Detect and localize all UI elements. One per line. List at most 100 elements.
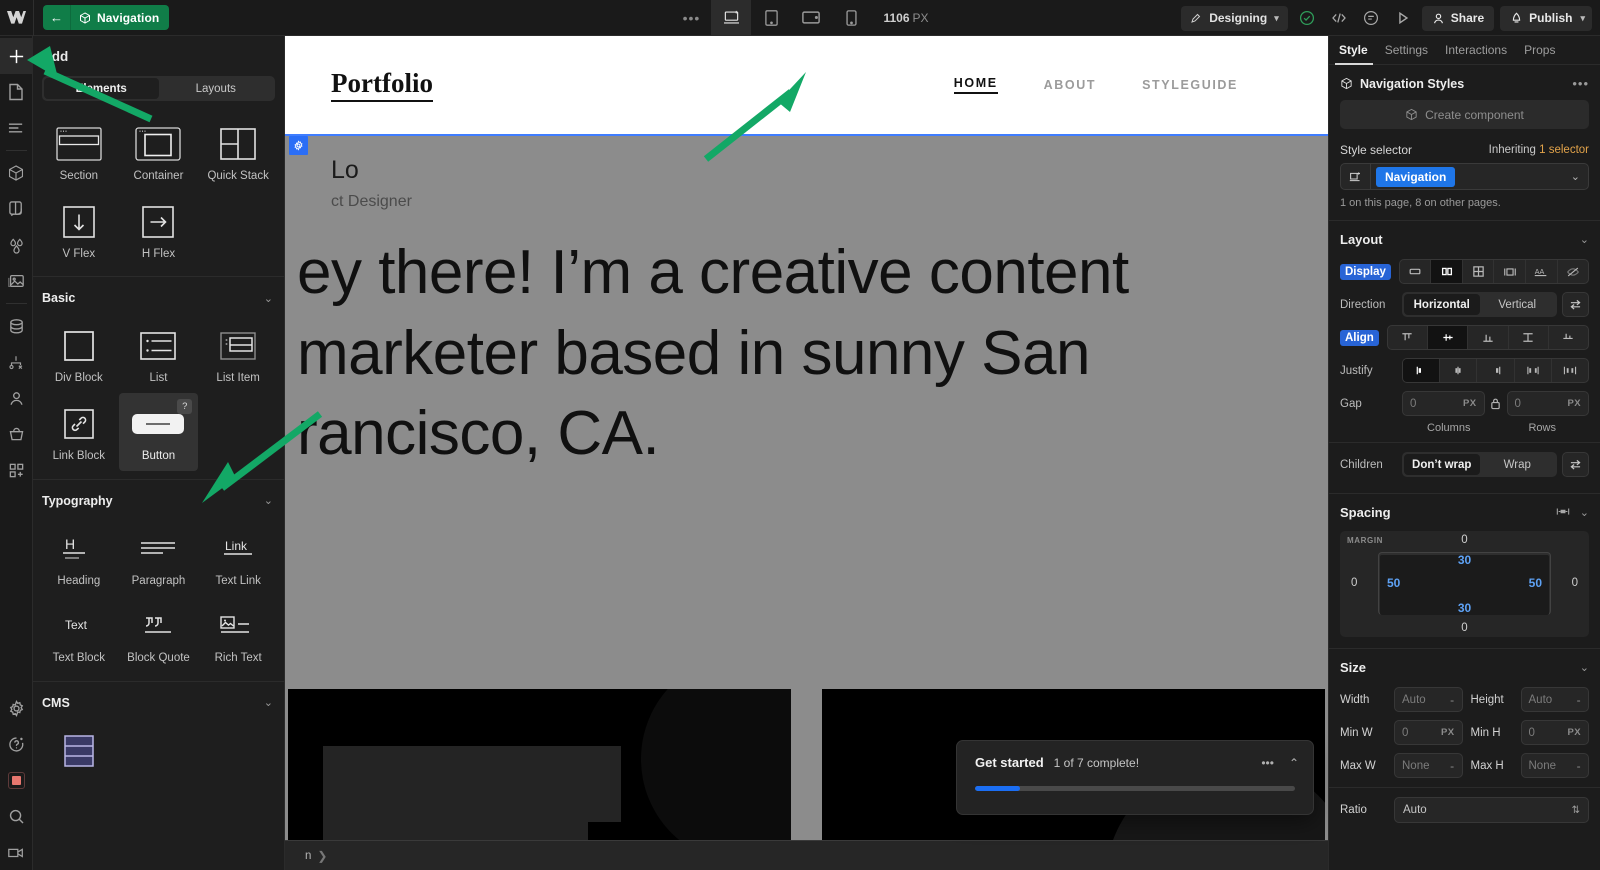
display-option-block[interactable] (1400, 260, 1432, 283)
element-tile-collection-list[interactable] (39, 720, 119, 785)
rail-item-video[interactable] (0, 834, 33, 870)
site-navigation[interactable]: Portfolio HOME ABOUT STYLEGUIDE (285, 36, 1328, 136)
section-header-basic[interactable]: Basic ⌄ (33, 276, 284, 315)
section-header-typography[interactable]: Typography ⌄ (33, 478, 284, 518)
ratio-select[interactable]: Auto ⇅ (1394, 797, 1589, 823)
rail-item-users[interactable] (0, 380, 33, 416)
margin-left-value[interactable]: 0 (1351, 577, 1357, 589)
align-option-center[interactable] (1428, 326, 1469, 349)
padding-right-value[interactable]: 50 (1529, 576, 1542, 590)
arrow-left-icon[interactable]: ← (43, 5, 71, 30)
align-option-start[interactable] (1388, 326, 1428, 349)
min-height-input[interactable]: 0 PX (1520, 720, 1589, 745)
max-width-input[interactable]: None - (1394, 753, 1463, 778)
margin-top-value[interactable]: 0 (1340, 534, 1589, 546)
rail-item-logic[interactable] (0, 344, 33, 380)
padding-bottom-value[interactable]: 30 (1340, 601, 1589, 615)
width-input[interactable]: Auto - (1394, 687, 1463, 712)
element-tile-link-block[interactable]: Link Block (39, 393, 119, 471)
rail-item-ecommerce[interactable] (0, 416, 33, 452)
max-height-input[interactable]: None - (1520, 753, 1589, 778)
chevron-down-icon[interactable]: ⌄ (1580, 506, 1589, 519)
height-input[interactable]: Auto - (1520, 687, 1589, 712)
mode-selector[interactable]: Designing ▾ (1181, 5, 1288, 31)
rail-item-audit[interactable] (0, 762, 33, 798)
align-option-baseline[interactable] (1549, 326, 1588, 349)
element-tile-list-item[interactable]: List Item (198, 315, 278, 393)
element-tile-list[interactable]: List (119, 315, 199, 393)
breakpoint-mobile-portrait[interactable] (831, 0, 871, 36)
tab-style[interactable]: Style (1335, 36, 1377, 65)
site-nav-link-styleguide[interactable]: STYLEGUIDE (1142, 78, 1238, 92)
spacing-reset-icon[interactable] (1556, 506, 1570, 520)
element-tile-quick-stack[interactable]: Quick Stack (198, 113, 278, 191)
breakpoint-desktop[interactable] (711, 0, 752, 36)
rail-item-apps[interactable] (0, 452, 33, 488)
publish-button[interactable]: Publish ▾ (1500, 5, 1592, 31)
rail-item-settings[interactable] (0, 690, 33, 726)
element-tile-text-link[interactable]: Link Text Link (198, 518, 278, 596)
selected-element-pill[interactable]: ← Navigation (43, 5, 170, 30)
spacing-section-header[interactable]: Spacing ⌄ (1329, 494, 1600, 529)
rail-item-assets[interactable] (0, 263, 33, 299)
chevron-down-icon[interactable]: ⌄ (264, 696, 273, 709)
preview-play-icon[interactable] (1390, 5, 1416, 31)
comment-icon[interactable] (1358, 5, 1384, 31)
ellipsis-icon[interactable]: ••• (671, 0, 711, 36)
site-logo[interactable]: Portfolio (331, 68, 433, 103)
gap-rows-input[interactable]: 0 PX (1506, 391, 1589, 416)
lock-icon[interactable] (1485, 397, 1507, 410)
direction-horizontal[interactable]: Horizontal (1404, 294, 1480, 315)
help-badge[interactable]: ? (177, 398, 193, 414)
selector-chip[interactable]: Navigation (1376, 166, 1456, 187)
padding-left-value[interactable]: 50 (1387, 576, 1400, 590)
element-tile-block-quote[interactable]: Block Quote (119, 595, 199, 673)
rail-item-styles[interactable] (0, 227, 33, 263)
justify-option-space-around[interactable] (1552, 359, 1588, 382)
gap-columns-input[interactable]: 0 PX (1402, 391, 1485, 416)
create-component-button[interactable]: Create component (1340, 100, 1589, 129)
padding-top-value[interactable]: 30 (1340, 553, 1589, 567)
display-option-none[interactable] (1558, 260, 1588, 283)
ellipsis-icon[interactable]: ••• (1572, 76, 1589, 91)
share-button[interactable]: Share (1421, 5, 1495, 31)
element-tile-v-flex[interactable]: V Flex (39, 191, 119, 269)
rail-item-components[interactable] (0, 155, 33, 191)
display-option-grid[interactable] (1463, 260, 1495, 283)
tab-settings[interactable]: Settings (1385, 36, 1437, 65)
direction-vertical[interactable]: Vertical (1480, 294, 1556, 315)
element-tile-div-block[interactable]: Div Block (39, 315, 119, 393)
display-option-inline[interactable]: AA (1526, 260, 1558, 283)
section-header-cms[interactable]: CMS ⌄ (33, 680, 284, 720)
min-width-input[interactable]: 0 PX (1394, 720, 1463, 745)
element-tile-rich-text[interactable]: Rich Text (198, 595, 278, 673)
chevron-down-icon[interactable]: ⌄ (264, 494, 273, 507)
code-brackets-icon[interactable] (1326, 5, 1352, 31)
tab-props[interactable]: Props (1524, 36, 1564, 65)
breadcrumb-item[interactable]: n (305, 850, 311, 862)
spacing-widget[interactable]: MARGIN 0 0 0 0 PADDING 30 30 50 50 (1340, 531, 1589, 637)
selection-gear-icon[interactable] (289, 136, 308, 155)
align-option-stretch[interactable] (1509, 326, 1549, 349)
rail-item-pages[interactable] (0, 74, 33, 110)
breakpoint-tablet[interactable] (751, 0, 791, 36)
display-option-flex[interactable] (1431, 260, 1463, 283)
webflow-logo-icon[interactable] (0, 0, 33, 36)
direction-reverse-icon[interactable] (1562, 292, 1589, 317)
element-tile-heading[interactable]: H Heading (39, 518, 119, 596)
display-option-inline-block[interactable] (1494, 260, 1526, 283)
chevron-up-icon[interactable]: ⌃ (1289, 756, 1299, 770)
rail-item-cms[interactable] (0, 308, 33, 344)
element-tile-text-block[interactable]: Text Text Block (39, 595, 119, 673)
element-tile-paragraph[interactable]: Paragraph (119, 518, 199, 596)
rail-item-search[interactable] (0, 798, 33, 834)
site-nav-link-home[interactable]: HOME (953, 76, 998, 94)
rail-item-navigator[interactable] (0, 110, 33, 146)
site-nav-link-about[interactable]: ABOUT (1044, 78, 1096, 92)
rail-item-help[interactable] (0, 726, 33, 762)
justify-option-start[interactable] (1403, 359, 1441, 382)
element-tile-container[interactable]: Container (119, 113, 199, 191)
justify-option-center[interactable] (1440, 359, 1478, 382)
chevron-down-icon[interactable]: ⌄ (1571, 170, 1580, 183)
get-started-toast[interactable]: Get started 1 of 7 complete! ••• ⌃ (956, 740, 1314, 815)
